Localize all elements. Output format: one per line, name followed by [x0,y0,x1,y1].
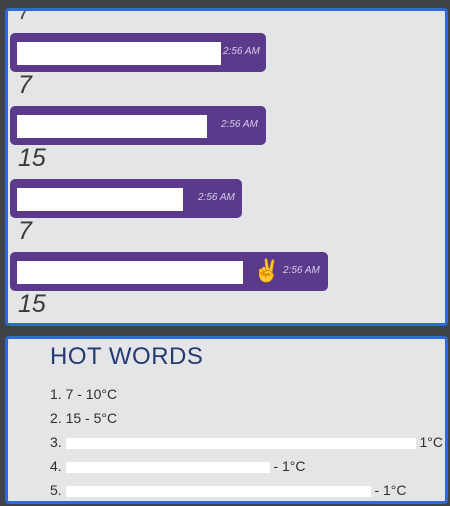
hot-word-rank: 3. [50,434,62,450]
message-timestamp: 2:56 AM [283,265,320,276]
victory-hand-icon: ✌️ [253,258,281,283]
hot-words-list: 1. 7 - 10°C 2. 15 - 5°C 3. 1°C 4. - 1°C … [50,383,445,501]
message-timestamp: 2:56 AM [223,46,260,57]
hot-word-temp: 1°C [419,434,443,450]
message-count: 7 [18,71,32,99]
message-timestamp: 2:56 AM [198,192,235,203]
hot-word-rank: 4. [50,458,62,474]
hot-word-item: 1. 7 - 10°C [50,383,445,407]
message-text-redacted [17,261,243,284]
hot-word-label: 2. 15 - 5°C [50,410,118,426]
hot-words-panel: HOT WORDS 1. 7 - 10°C 2. 15 - 5°C 3. 1°C… [5,336,448,504]
message-count: 7 [18,217,32,245]
message-text-redacted [17,115,207,138]
hot-words-title: HOT WORDS [50,343,204,370]
chat-message[interactable]: 2:56 AM [10,106,266,145]
redacted-word [65,437,416,449]
hot-word-temp: - 1°C [374,482,407,498]
hot-word-item: 3. 1°C [50,431,445,455]
hot-word-rank: 5. [50,482,62,498]
chat-panel: 7 2:56 AM 7 2:56 AM 15 2:56 AM 7 ✌️ 2:56… [5,8,448,326]
partial-count: 7 [18,8,31,24]
message-text-redacted [17,188,183,211]
message-count: 15 [18,144,46,172]
redacted-word [65,485,371,497]
chat-message[interactable]: 2:56 AM [10,179,242,218]
chat-message[interactable]: ✌️ 2:56 AM [10,252,328,291]
message-count: 15 [18,290,46,318]
hot-word-item: 5. - 1°C [50,479,445,501]
message-text-redacted [17,42,221,65]
hot-word-item: 2. 15 - 5°C [50,407,445,431]
hot-word-temp: - 1°C [273,458,306,474]
message-timestamp: 2:56 AM [221,119,258,130]
chat-message[interactable]: 2:56 AM [10,33,266,72]
redacted-word [65,461,270,473]
hot-word-item: 4. - 1°C [50,455,445,479]
hot-word-label: 1. 7 - 10°C [50,386,118,402]
